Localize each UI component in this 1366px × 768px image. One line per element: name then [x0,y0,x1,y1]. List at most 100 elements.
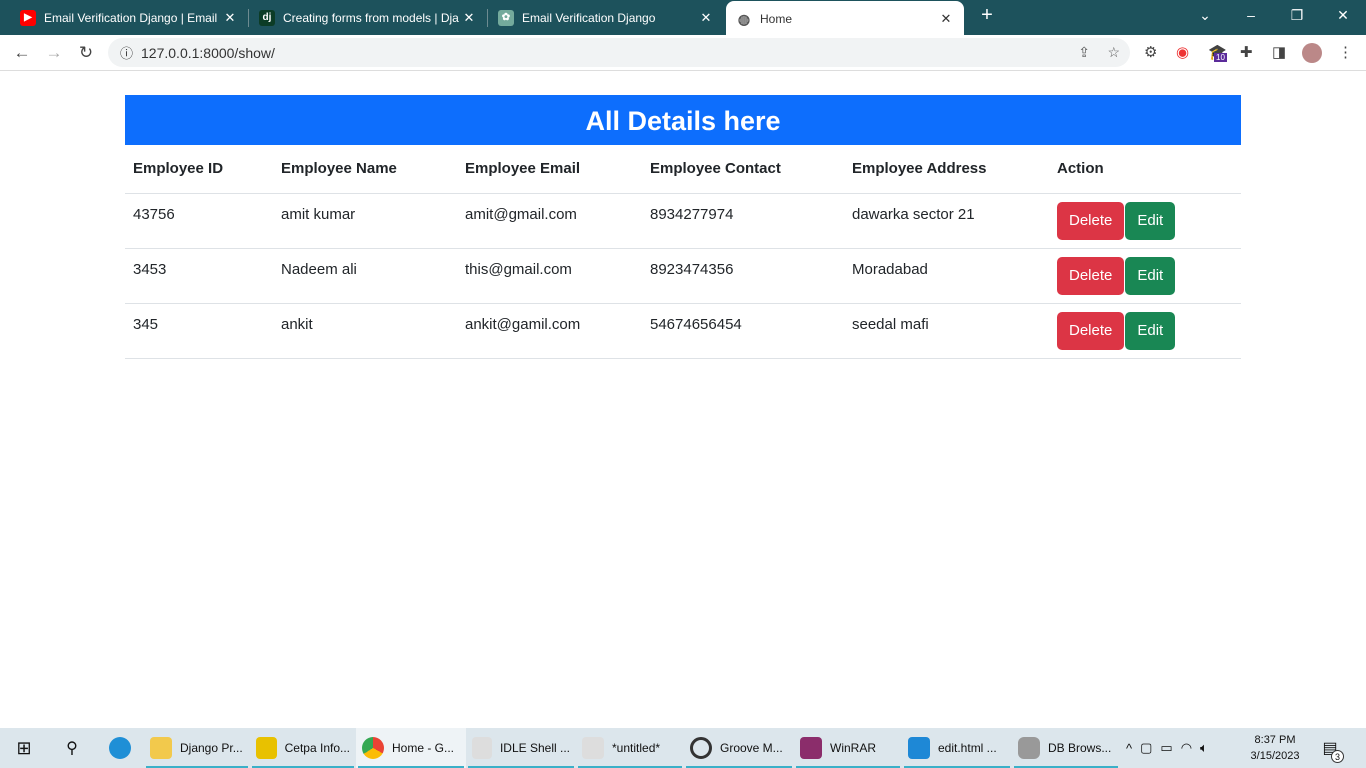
taskbar-app-winrar[interactable]: WinRAR [794,728,902,768]
battery-icon[interactable]: ▭ [1160,740,1172,756]
action-cell: Delete Edit [1049,303,1241,359]
taskbar: ⊞ ⚲ Django Pr... Cetpa Info... Home - G.… [0,728,1366,768]
profile-avatar[interactable] [1302,43,1322,63]
meet-icon[interactable]: ▢ [1140,740,1152,756]
table-cell: Nadeem ali [273,248,457,304]
edit-button[interactable]: Edit [1125,256,1176,295]
table-cell: amit@gmail.com [457,193,642,249]
edit-button[interactable]: Edit [1125,311,1176,350]
table-cell: 43756 [125,193,273,249]
tab-youtube[interactable]: ▶ Email Verification Django | Email ✕ [10,0,248,35]
taskbar-app-idle[interactable]: IDLE Shell ... [466,728,576,768]
delete-button[interactable]: Delete [1057,311,1125,350]
table-row: 43756 amit kumar amit@gmail.com 8934277974 d… [125,193,1241,249]
table-cell: this@gmail.com [457,248,642,304]
extension-badge: 10 [1214,53,1227,62]
table-cell: Moradabad [844,248,1049,304]
shield-warning-icon [256,737,277,759]
groove-icon [690,737,712,759]
table-cell: 8923474356 [642,248,844,304]
minimize-button[interactable]: – [1228,0,1274,30]
extension-gear-icon[interactable]: ⚙ [1144,43,1157,61]
edge-icon[interactable] [96,728,144,768]
globe-icon: ◍ [737,10,751,27]
side-panel-icon[interactable]: ◨ [1272,43,1286,61]
folder-icon [150,737,172,759]
notification-icon[interactable]: ▤ 3 [1310,728,1350,768]
edit-button[interactable]: Edit [1125,201,1176,240]
winrar-icon [800,737,822,759]
close-window-button[interactable]: ✕ [1320,0,1366,30]
taskbar-app-explorer[interactable]: Django Pr... [144,728,250,768]
taskbar-app-untitled[interactable]: *untitled* [576,728,684,768]
chatgpt-icon: ✿ [498,9,514,26]
column-header: Employee Name [273,145,457,194]
url-text: 127.0.0.1:8000/show/ [141,44,275,61]
chevron-up-icon[interactable]: ^ [1126,741,1132,756]
close-tab-icon[interactable]: ✕ [938,11,954,27]
database-icon [1018,737,1040,759]
start-button[interactable]: ⊞ [0,728,48,768]
search-icon[interactable]: ⚲ [48,728,96,768]
delete-button[interactable]: Delete [1057,201,1125,240]
puzzle-extensions-icon[interactable]: ✚ [1240,43,1253,61]
address-bar[interactable]: ⓘ 127.0.0.1:8000/show/ ⇪ ☆ [108,38,1130,67]
delete-button[interactable]: Delete [1057,256,1125,295]
tab-strip: ▶ Email Verification Django | Email ✕ dj Cr… [0,0,1366,36]
table-cell: ankit@gamil.com [457,303,642,359]
volume-icon[interactable]: 🔈︎ [1200,740,1208,756]
close-tab-icon[interactable]: ✕ [222,10,238,26]
forward-icon[interactable]: → [38,43,70,63]
taskbar-app-groove[interactable]: Groove M... [684,728,794,768]
taskbar-app-chrome[interactable]: Home - G... [356,728,466,768]
youtube-icon: ▶ [20,9,36,26]
taskbar-app-cetpa[interactable]: Cetpa Info... [250,728,356,768]
menu-icon[interactable]: ⋮ [1338,43,1353,61]
tab-django[interactable]: dj Creating forms from models | Dja ✕ [249,0,487,35]
column-header: Employee Contact [642,145,844,194]
details-panel: All Details here Employee ID Employee Na… [125,95,1241,359]
graduation-cap-icon[interactable]: 🎓10 [1208,43,1227,62]
table-row: 3453 Nadeem ali this@gmail.com 8923474356 Mo… [125,248,1241,304]
wifi-icon[interactable]: ◠ [1181,740,1192,756]
employee-table: Employee ID Employee Name Employee Email… [125,145,1241,359]
table-cell: ankit [273,303,457,359]
back-icon[interactable]: ← [6,43,38,63]
table-row: 345 ankit ankit@gamil.com 54674656454 seedal… [125,303,1241,359]
reload-icon[interactable]: ↻ [70,43,102,63]
python-icon [472,737,492,759]
restore-button[interactable]: ❐ [1274,0,1320,30]
clock[interactable]: 8:37 PM 3/15/2023 [1240,728,1310,768]
table-cell: seedal mafi [844,303,1049,359]
column-header: Employee Address [844,145,1049,194]
table-cell: 345 [125,303,273,359]
share-icon[interactable]: ⇪ [1078,44,1090,61]
taskbar-app-vscode[interactable]: edit.html ... [902,728,1012,768]
table-cell: 8934277974 [642,193,844,249]
bookmark-star-icon[interactable]: ☆ [1107,44,1120,61]
toolbar: ← → ↻ ⓘ127.0.0.1:8000/show/ ⇪ ☆ ⚙ ◉ 🎓10 … [0,35,1366,71]
python-icon [582,737,604,759]
column-header: Employee Email [457,145,642,194]
tab-search-icon[interactable]: ⌄ [1182,0,1228,30]
column-header: Action [1049,145,1241,194]
close-tab-icon[interactable]: ✕ [698,10,714,26]
close-tab-icon[interactable]: ✕ [461,10,477,26]
table-cell: amit kumar [273,193,457,249]
new-tab-button[interactable]: + [964,0,1010,30]
table-cell: 54674656454 [642,303,844,359]
tab-chatgpt[interactable]: ✿ Email Verification Django ✕ [488,0,724,35]
color-wheel-extension-icon[interactable]: ◉ [1176,43,1189,61]
system-tray[interactable]: ^ ▢ ▭ ◠ 🔈︎ [1120,728,1240,768]
chrome-icon [362,737,384,759]
table-cell: 3453 [125,248,273,304]
info-icon: ⓘ [120,46,134,61]
tab-home[interactable]: ◍ Home ✕ [726,1,964,36]
page-title: All Details here [125,95,1241,145]
vscode-icon [908,737,930,759]
action-cell: Delete Edit [1049,193,1241,249]
action-cell: Delete Edit [1049,248,1241,304]
column-header: Employee ID [125,145,273,194]
taskbar-app-dbbrowser[interactable]: DB Brows... [1012,728,1120,768]
django-icon: dj [259,9,275,26]
